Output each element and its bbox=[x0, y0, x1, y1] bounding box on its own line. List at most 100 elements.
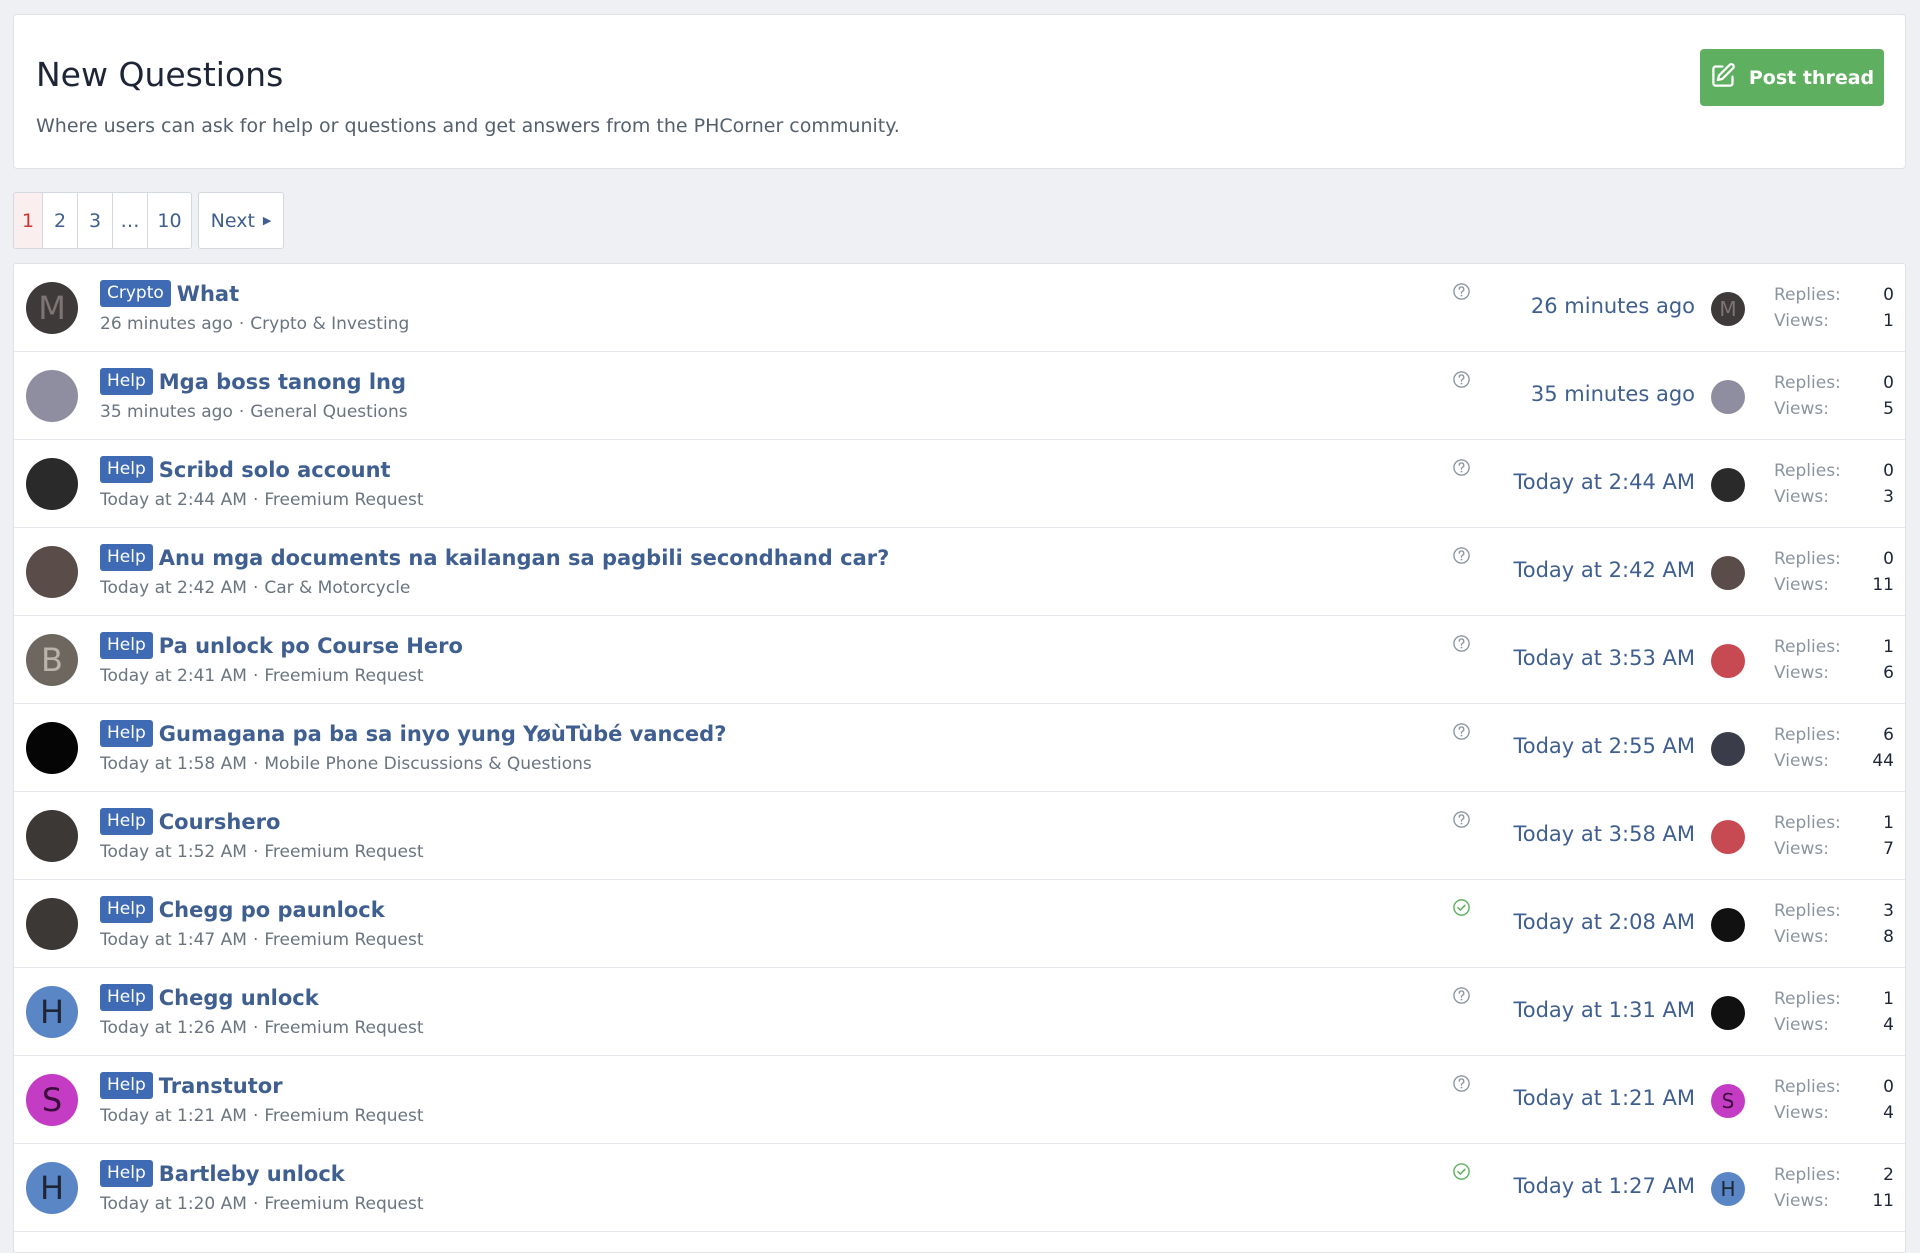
forum-link[interactable]: General Questions bbox=[250, 402, 407, 422]
last-post-time[interactable]: Today at 3:53 AM bbox=[1513, 646, 1695, 670]
page-jump-ellipsis[interactable]: … bbox=[113, 193, 148, 248]
last-post-time[interactable]: Today at 1:27 AM bbox=[1513, 1174, 1695, 1198]
views-count: 44 bbox=[1872, 751, 1894, 771]
forum-link[interactable]: Freemium Request bbox=[264, 1018, 423, 1038]
next-page-button[interactable]: Next ▶ bbox=[198, 192, 284, 249]
last-post-time[interactable]: Today at 2:08 AM bbox=[1513, 910, 1695, 934]
thread-prefix-badge[interactable]: Help bbox=[100, 632, 153, 659]
last-post-time[interactable]: Today at 2:44 AM bbox=[1513, 470, 1695, 494]
forum-link[interactable]: Car & Motorcycle bbox=[264, 578, 410, 598]
thread-start-date[interactable]: Today at 1:26 AM bbox=[100, 1018, 247, 1038]
last-post-time[interactable]: 26 minutes ago bbox=[1531, 294, 1695, 318]
last-poster-avatar[interactable] bbox=[1711, 996, 1745, 1030]
page-link-10[interactable]: 10 bbox=[148, 193, 191, 248]
thread-prefix-badge[interactable]: Help bbox=[100, 368, 153, 395]
author-avatar[interactable]: M bbox=[26, 282, 78, 334]
thread-prefix-badge[interactable]: Help bbox=[100, 984, 153, 1011]
forum-link[interactable]: Freemium Request bbox=[264, 1106, 423, 1126]
thread-start-date[interactable]: Today at 1:20 AM bbox=[100, 1194, 247, 1214]
last-poster-avatar[interactable] bbox=[1711, 732, 1745, 766]
last-poster-avatar[interactable] bbox=[1711, 380, 1745, 414]
thread-prefix-badge[interactable]: Crypto bbox=[100, 280, 171, 307]
post-thread-button[interactable]: Post thread bbox=[1700, 49, 1884, 106]
forum-link[interactable]: Freemium Request bbox=[264, 1194, 423, 1214]
thread-prefix-badge[interactable]: Help bbox=[100, 720, 153, 747]
thread-title-link[interactable]: Scribd solo account bbox=[159, 458, 391, 482]
thread-prefix-badge[interactable]: Help bbox=[100, 1072, 153, 1099]
thread-start-date[interactable]: 26 minutes ago bbox=[100, 314, 233, 334]
author-avatar[interactable] bbox=[26, 722, 78, 774]
author-avatar[interactable]: H bbox=[26, 1162, 78, 1214]
thread-prefix-badge[interactable]: Help bbox=[100, 808, 153, 835]
forum-link[interactable]: Freemium Request bbox=[264, 930, 423, 950]
thread-stats: Replies: 0 Views: 5 bbox=[1774, 370, 1894, 422]
last-poster-avatar[interactable]: S bbox=[1711, 1084, 1745, 1118]
thread-prefix-badge[interactable]: Help bbox=[100, 456, 153, 483]
last-poster-avatar-letter: S bbox=[1721, 1089, 1735, 1113]
thread-start-date[interactable]: Today at 2:41 AM bbox=[100, 666, 247, 686]
last-post-time[interactable]: Today at 1:31 AM bbox=[1513, 998, 1695, 1022]
meta-separator: · bbox=[252, 490, 259, 510]
forum-link[interactable]: Freemium Request bbox=[264, 490, 423, 510]
thread-title-line: Help Pa unlock po Course Hero bbox=[100, 632, 463, 659]
thread-title-link[interactable]: Chegg unlock bbox=[159, 986, 319, 1010]
last-post-time[interactable]: Today at 2:42 AM bbox=[1513, 558, 1695, 582]
author-avatar[interactable] bbox=[26, 458, 78, 510]
last-poster-avatar[interactable] bbox=[1711, 820, 1745, 854]
last-poster-avatar[interactable] bbox=[1711, 644, 1745, 678]
last-poster-avatar[interactable]: M bbox=[1711, 292, 1745, 326]
thread-title-link[interactable]: Bartleby unlock bbox=[159, 1162, 345, 1186]
author-avatar[interactable]: H bbox=[26, 986, 78, 1038]
forum-link[interactable]: Mobile Phone Discussions & Questions bbox=[264, 754, 591, 774]
solved-icon bbox=[1452, 1162, 1471, 1181]
thread-prefix-badge[interactable]: Help bbox=[100, 544, 153, 571]
author-avatar[interactable] bbox=[26, 370, 78, 422]
views-stat: Views: 7 bbox=[1774, 836, 1894, 862]
thread-stats: Replies: 1 Views: 6 bbox=[1774, 634, 1894, 686]
last-poster-avatar[interactable] bbox=[1711, 908, 1745, 942]
thread-title-link[interactable]: Anu mga documents na kailangan sa pagbil… bbox=[159, 546, 890, 570]
thread-prefix-badge[interactable]: Help bbox=[100, 896, 153, 923]
forum-link[interactable]: Crypto & Investing bbox=[250, 314, 409, 334]
thread-title-link[interactable]: Pa unlock po Course Hero bbox=[159, 634, 463, 658]
thread-meta: Today at 1:26 AM · Freemium Request bbox=[100, 1018, 424, 1038]
forum-link[interactable]: Freemium Request bbox=[264, 666, 423, 686]
thread-title-link[interactable]: Courshero bbox=[159, 810, 281, 834]
last-post-time[interactable]: 35 minutes ago bbox=[1531, 382, 1695, 406]
author-avatar[interactable] bbox=[26, 898, 78, 950]
thread-prefix-badge[interactable]: Help bbox=[100, 1160, 153, 1187]
last-post-time[interactable]: Today at 2:55 AM bbox=[1513, 734, 1695, 758]
thread-start-date[interactable]: Today at 1:52 AM bbox=[100, 842, 247, 862]
views-label: Views: bbox=[1774, 1191, 1829, 1211]
thread-start-date[interactable]: 35 minutes ago bbox=[100, 402, 233, 422]
page-link-1[interactable]: 1 bbox=[14, 193, 43, 248]
last-poster-avatar[interactable] bbox=[1711, 556, 1745, 590]
replies-count: 0 bbox=[1883, 461, 1894, 481]
thread-title-link[interactable]: Mga boss tanong lng bbox=[159, 370, 406, 394]
views-stat: Views: 8 bbox=[1774, 924, 1894, 950]
last-poster-avatar[interactable] bbox=[1711, 468, 1745, 502]
thread-stats: Replies: 6 Views: 44 bbox=[1774, 722, 1894, 774]
page-link-3[interactable]: 3 bbox=[78, 193, 113, 248]
thread-start-date[interactable]: Today at 2:42 AM bbox=[100, 578, 247, 598]
thread-title-link[interactable]: Gumagana pa ba sa inyo yung YøùTùbé vanc… bbox=[159, 722, 727, 746]
forum-link[interactable]: Freemium Request bbox=[264, 842, 423, 862]
thread-title-link[interactable]: Transtutor bbox=[159, 1074, 283, 1098]
thread-title-link[interactable]: What bbox=[177, 282, 239, 306]
author-avatar[interactable] bbox=[26, 546, 78, 598]
author-avatar[interactable]: B bbox=[26, 634, 78, 686]
thread-title-link[interactable]: Chegg po paunlock bbox=[159, 898, 385, 922]
meta-separator: · bbox=[252, 1018, 259, 1038]
last-post-time[interactable]: Today at 1:21 AM bbox=[1513, 1086, 1695, 1110]
thread-start-date[interactable]: Today at 1:58 AM bbox=[100, 754, 247, 774]
thread-start-date[interactable]: Today at 2:44 AM bbox=[100, 490, 247, 510]
replies-label: Replies: bbox=[1774, 725, 1841, 745]
thread-start-date[interactable]: Today at 1:47 AM bbox=[100, 930, 247, 950]
thread-meta: Today at 1:58 AM · Mobile Phone Discussion… bbox=[100, 754, 592, 774]
last-poster-avatar[interactable]: H bbox=[1711, 1172, 1745, 1206]
author-avatar[interactable] bbox=[26, 810, 78, 862]
page-link-2[interactable]: 2 bbox=[43, 193, 78, 248]
thread-start-date[interactable]: Today at 1:21 AM bbox=[100, 1106, 247, 1126]
author-avatar[interactable]: S bbox=[26, 1074, 78, 1126]
last-post-time[interactable]: Today at 3:58 AM bbox=[1513, 822, 1695, 846]
